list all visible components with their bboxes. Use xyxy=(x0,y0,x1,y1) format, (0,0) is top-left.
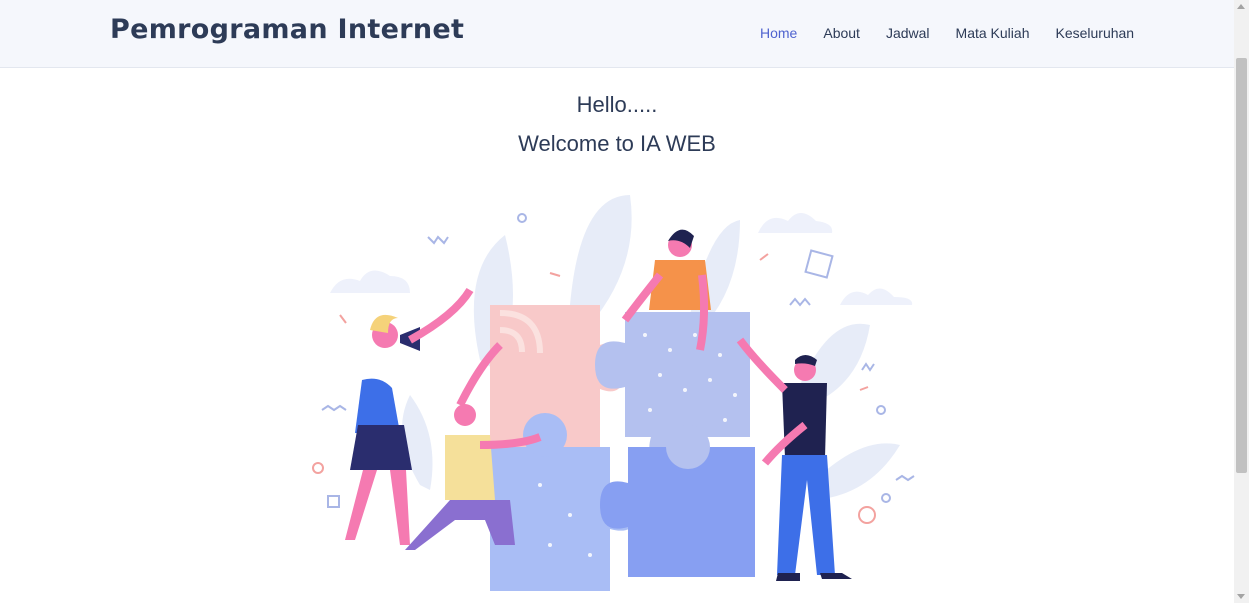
scrollbar-thumb[interactable] xyxy=(1236,58,1247,473)
teamwork-puzzle-illustration xyxy=(312,195,915,591)
nav-keseluruhan-link[interactable]: Keseluruhan xyxy=(1055,25,1134,41)
site-brand[interactable]: Pemrograman Internet xyxy=(110,14,464,45)
nav-mata-kuliah-link[interactable]: Mata Kuliah xyxy=(956,25,1030,41)
hero-greeting: Hello..... xyxy=(576,92,658,117)
nav-about-link[interactable]: About xyxy=(823,25,860,41)
top-navbar: Pemrograman Internet Home About Jadwal M… xyxy=(0,0,1234,68)
nav-jadwal-link[interactable]: Jadwal xyxy=(886,25,930,41)
hero-welcome: Welcome to IA WEB xyxy=(518,131,716,156)
scroll-down-icon[interactable] xyxy=(1237,594,1245,599)
page-scrollbar[interactable] xyxy=(1234,0,1249,603)
scroll-up-icon[interactable] xyxy=(1237,4,1245,9)
main-nav: Home About Jadwal Mata Kuliah Keseluruha… xyxy=(760,25,1160,41)
nav-home-link[interactable]: Home xyxy=(760,25,797,41)
